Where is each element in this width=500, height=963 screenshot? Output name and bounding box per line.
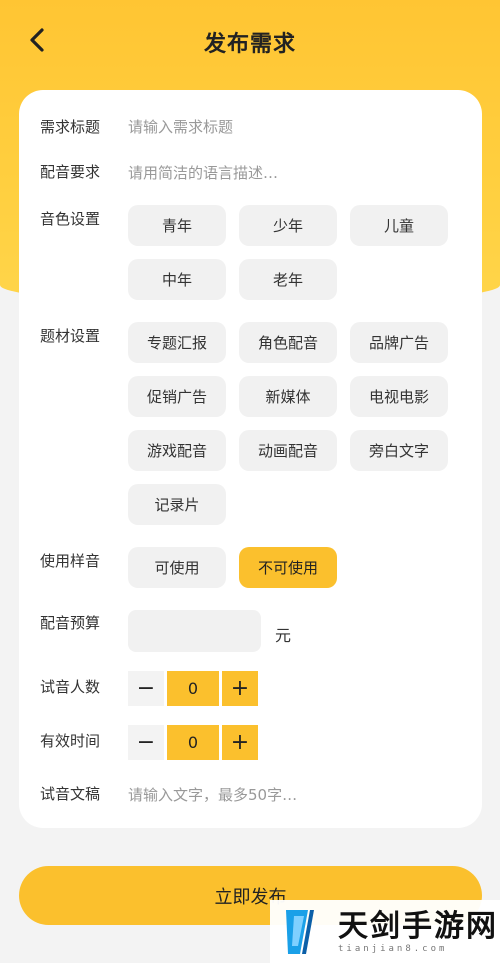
topic-option[interactable]: 电视电影 [350,376,448,417]
topic-label: 题材设置 [40,327,101,345]
decrement-button[interactable]: − [128,671,164,706]
sword-logo-icon [286,909,314,954]
valid-time-value[interactable]: 0 [167,725,219,760]
topic-option[interactable]: 记录片 [128,484,226,525]
topic-option[interactable]: 促销广告 [128,376,226,417]
watermark-title: 天剑手游网 [338,908,498,944]
sample-label: 使用样音 [40,552,101,570]
back-arrow-icon [30,28,44,52]
topic-option[interactable]: 专题汇报 [128,322,226,363]
form-card: 需求标题 请输入需求标题 配音要求 请用简洁的语言描述… 音色设置 青年 少年 … [19,90,482,828]
requirement-label: 配音要求 [40,163,101,181]
voice-option-teen[interactable]: 少年 [239,205,337,246]
title-input[interactable]: 请输入需求标题 [128,116,233,137]
topic-option[interactable]: 角色配音 [239,322,337,363]
decrement-button[interactable]: − [128,725,164,760]
topic-option[interactable]: 新媒体 [239,376,337,417]
voice-label: 音色设置 [40,210,101,228]
page-title: 发布需求 [203,32,296,57]
topic-option[interactable]: 品牌广告 [350,322,448,363]
watermark: 天剑手游网 tianjian8.com [270,900,500,963]
sample-option-not-allowed[interactable]: 不可使用 [239,547,337,588]
budget-input[interactable] [128,610,261,652]
audition-count-label: 试音人数 [40,678,101,696]
topic-option[interactable]: 旁白文字 [350,430,448,471]
title-label: 需求标题 [40,118,101,136]
watermark-subtitle: tianjian8.com [338,943,448,954]
sample-option-allowed[interactable]: 可使用 [128,547,226,588]
valid-time-label: 有效时间 [40,732,101,750]
top-bar: 发布需求 [0,0,500,84]
audition-count-value[interactable]: 0 [167,671,219,706]
back-button[interactable] [22,24,52,56]
topic-option[interactable]: 动画配音 [239,430,337,471]
requirement-input[interactable]: 请用简洁的语言描述… [128,162,278,183]
voice-option-middle-aged[interactable]: 中年 [128,259,226,300]
increment-button[interactable]: + [222,671,258,706]
script-label: 试音文稿 [40,785,101,803]
topic-option[interactable]: 游戏配音 [128,430,226,471]
voice-option-child[interactable]: 儿童 [350,205,448,246]
valid-time-stepper: − 0 + [128,725,264,760]
budget-unit: 元 [275,626,292,645]
audition-count-stepper: − 0 + [128,671,264,706]
script-input[interactable]: 请输入文字，最多50字… [128,784,297,805]
voice-option-youth[interactable]: 青年 [128,205,226,246]
budget-label: 配音预算 [40,614,101,632]
voice-option-elderly[interactable]: 老年 [239,259,337,300]
increment-button[interactable]: + [222,725,258,760]
